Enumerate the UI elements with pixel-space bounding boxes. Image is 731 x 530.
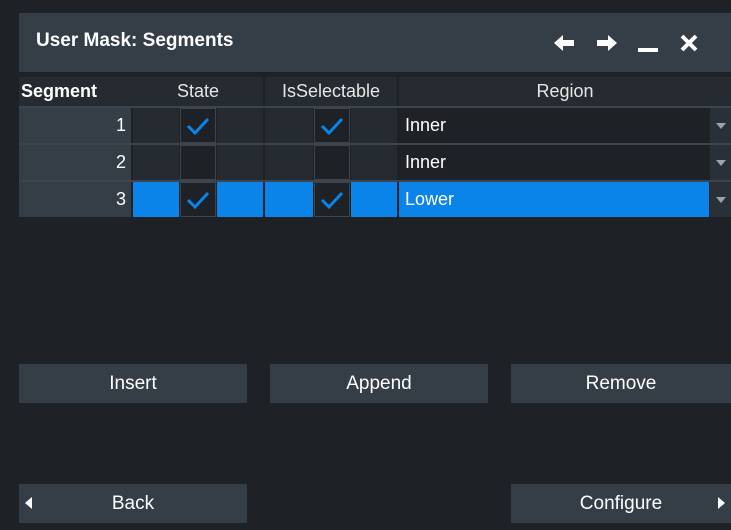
segment-number: 3	[19, 182, 131, 217]
state-cell-right	[217, 108, 263, 143]
state-cell-left	[133, 108, 179, 143]
chevron-down-icon[interactable]	[710, 108, 731, 143]
configure-button[interactable]: Configure	[511, 484, 731, 523]
insert-button[interactable]: Insert	[19, 364, 247, 403]
selectable-cell-right	[351, 145, 397, 180]
back-button[interactable]: Back	[19, 484, 247, 523]
remove-button[interactable]: Remove	[511, 364, 731, 403]
state-checkbox[interactable]	[180, 108, 216, 143]
state-cell-left	[133, 145, 179, 180]
chevron-down-icon[interactable]	[710, 145, 731, 180]
selectable-cell-right	[351, 108, 397, 143]
arrow-left-icon[interactable]	[549, 13, 579, 72]
region-select[interactable]: Inner	[399, 145, 709, 180]
chevron-down-icon[interactable]	[710, 182, 731, 217]
caret-right-icon	[718, 497, 725, 509]
minimize-icon[interactable]	[633, 13, 663, 72]
close-icon[interactable]	[674, 13, 704, 72]
isselectable-checkbox[interactable]	[314, 108, 350, 143]
state-checkbox[interactable]	[180, 145, 216, 180]
header-segment: Segment	[19, 77, 133, 106]
header-state: State	[133, 77, 263, 106]
user-mask-segments-dialog: User Mask: Segments Segment State IsSele…	[0, 0, 731, 530]
header-region: Region	[399, 77, 731, 106]
append-button[interactable]: Append	[270, 364, 488, 403]
region-select[interactable]: Inner	[399, 108, 709, 143]
isselectable-checkbox[interactable]	[314, 145, 350, 180]
state-cell-left	[133, 182, 179, 217]
selectable-cell-left	[265, 108, 313, 143]
header-isselectable: IsSelectable	[265, 77, 397, 106]
segment-number: 2	[19, 145, 131, 180]
title-bar: User Mask: Segments	[19, 13, 731, 72]
back-label: Back	[111, 492, 155, 514]
configure-label: Configure	[579, 492, 663, 514]
selectable-cell-left	[265, 145, 313, 180]
table-row-selected[interactable]: 3 Lower	[19, 182, 731, 217]
segment-number: 1	[19, 108, 131, 143]
selectable-cell-left	[265, 182, 313, 217]
isselectable-checkbox[interactable]	[314, 182, 350, 217]
arrow-right-icon[interactable]	[592, 13, 622, 72]
selectable-cell-right	[351, 182, 397, 217]
region-select[interactable]: Lower	[399, 182, 709, 217]
state-cell-right	[217, 145, 263, 180]
table-row[interactable]: 1 Inner	[19, 108, 731, 143]
state-cell-right	[217, 182, 263, 217]
caret-left-icon	[25, 497, 32, 509]
table-row[interactable]: 2 Inner	[19, 145, 731, 180]
dialog-title: User Mask: Segments	[36, 30, 234, 51]
state-checkbox[interactable]	[180, 182, 216, 217]
